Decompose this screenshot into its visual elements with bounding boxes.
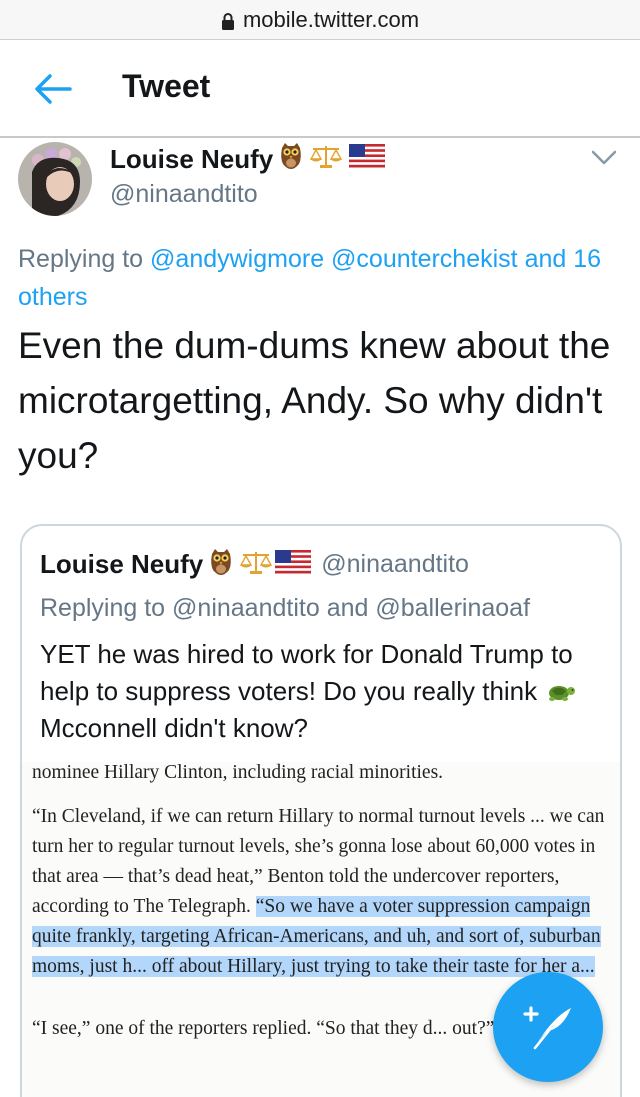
quoted-author-name: Louise Neufy: [40, 549, 204, 579]
quoted-tweet-header: Louise Neufy @ninaandtito: [40, 548, 469, 581]
mention-link[interactable]: @counterchekist: [331, 245, 518, 273]
image-text-paragraph: “In Cleveland, if we can return Hillary …: [22, 802, 620, 982]
turtle-emoji: [544, 676, 576, 706]
tweet-text: Even the dum-dums knew about the microta…: [18, 325, 611, 476]
url-text: mobile.twitter.com: [242, 6, 420, 32]
replying-to: Replying to @andywigmore @counterchekist…: [18, 240, 618, 316]
quoted-text-part1: YET he was hired to work for Donald Trum…: [40, 639, 573, 706]
owl-emoji: [279, 142, 303, 177]
quoted-text-part2: Mcconnell didn't know?: [40, 713, 308, 743]
quoted-author-handle: @ninaandtito: [321, 550, 469, 578]
lock-icon: [221, 12, 234, 30]
author-name[interactable]: Louise Neufy: [110, 142, 386, 177]
quoted-tweet-text: YET he was hired to work for Donald Trum…: [40, 636, 610, 747]
mention-link: @ballerinaoaf: [375, 594, 531, 622]
us-flag-emoji: [349, 143, 386, 175]
author-name-text: Louise Neufy: [110, 144, 274, 174]
quoted-replying-to: Replying to @ninaandtito and @ballerinao…: [40, 594, 530, 623]
chevron-down-icon[interactable]: [590, 148, 618, 168]
scales-emoji: [239, 549, 273, 580]
compose-tweet-button[interactable]: [493, 972, 603, 1082]
arrow-left-icon[interactable]: [34, 73, 72, 105]
image-text-line: nominee Hillary Clinton, including racia…: [32, 762, 444, 783]
page-title: Tweet: [122, 68, 211, 104]
browser-url-bar[interactable]: mobile.twitter.com: [0, 0, 640, 40]
mention-link: @ninaandtito: [172, 594, 320, 622]
compose-tweet-icon: [523, 1006, 571, 1050]
scales-emoji: [309, 143, 343, 176]
page-header: Tweet: [0, 40, 640, 138]
mention-link[interactable]: @andywigmore: [150, 245, 324, 273]
us-flag-emoji: [275, 549, 312, 579]
avatar[interactable]: [18, 142, 92, 216]
replying-prefix: Replying to: [40, 594, 166, 622]
author-handle[interactable]: @ninaandtito: [110, 180, 258, 209]
owl-emoji: [209, 548, 233, 581]
replying-prefix: Replying to: [18, 245, 144, 273]
replying-and: and: [326, 594, 369, 622]
